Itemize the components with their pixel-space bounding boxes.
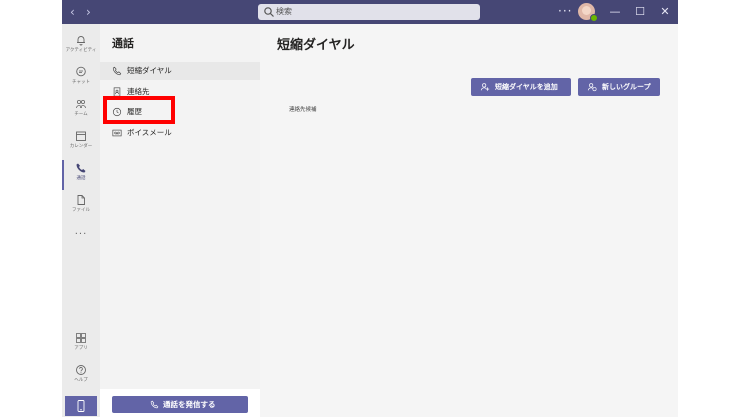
- active-indicator: [62, 160, 64, 190]
- panel-footer: 通話を発信する: [100, 389, 260, 417]
- phone-icon: [112, 66, 122, 76]
- help-icon: [76, 365, 86, 375]
- panel-item-label: 短縮ダイヤル: [127, 66, 172, 75]
- teams-icon: [76, 100, 86, 109]
- add-speed-dial-label: 短縮ダイヤルを追加: [495, 83, 558, 91]
- close-icon[interactable]: ✕: [658, 4, 672, 20]
- rail-item-chat[interactable]: チャット: [62, 64, 100, 94]
- panel-item-voicemail[interactable]: ボイスメール: [100, 124, 260, 142]
- voicemail-icon: [112, 129, 122, 137]
- search-placeholder: 検索: [276, 7, 292, 16]
- bell-icon: [77, 36, 85, 46]
- main-content: 短縮ダイヤル 短縮ダイヤルを追加 新しいグループ 連絡先候補: [260, 24, 678, 417]
- more-apps-icon[interactable]: ···: [62, 230, 100, 240]
- suggested-contacts-label: 連絡先候補: [289, 107, 317, 113]
- rail-label: 通話: [76, 176, 86, 181]
- rail-item-teams[interactable]: チーム: [62, 96, 100, 126]
- title-bar: ‹ › 検索 ··· — ☐ ✕: [62, 0, 678, 24]
- rail-item-activity[interactable]: アクティビティ: [62, 32, 100, 62]
- new-group-button[interactable]: 新しいグループ: [578, 78, 660, 96]
- add-contact-icon: [480, 83, 490, 91]
- panel-item-speed-dial[interactable]: 短縮ダイヤル: [100, 62, 260, 80]
- search-icon: [264, 7, 274, 17]
- rail-label: ヘルプ: [74, 378, 88, 383]
- add-group-icon: [587, 83, 597, 92]
- history-highlight-box: [103, 96, 175, 124]
- mobile-app-tile[interactable]: [65, 396, 97, 416]
- rail-label: チャット: [72, 80, 90, 85]
- file-icon: [77, 195, 85, 205]
- maximize-icon[interactable]: ☐: [633, 4, 647, 20]
- forward-arrow-icon[interactable]: ›: [86, 4, 91, 20]
- new-group-label: 新しいグループ: [602, 83, 651, 91]
- add-speed-dial-button[interactable]: 短縮ダイヤルを追加: [471, 78, 571, 96]
- apps-icon: [76, 333, 86, 343]
- more-options-icon[interactable]: ···: [558, 3, 572, 19]
- phone-icon: [76, 163, 86, 173]
- rail-item-files[interactable]: ファイル: [62, 192, 100, 222]
- calendar-icon: [76, 131, 86, 141]
- phone-icon: [150, 400, 159, 409]
- search-box[interactable]: 検索: [258, 4, 480, 20]
- rail-item-apps[interactable]: アプリ: [62, 330, 100, 360]
- rail-item-calendar[interactable]: カレンダー: [62, 128, 100, 158]
- rail-item-help[interactable]: ヘルプ: [62, 362, 100, 392]
- page-title: 短縮ダイヤル: [277, 38, 355, 53]
- minimize-icon[interactable]: —: [608, 4, 622, 20]
- chat-icon: [76, 66, 86, 77]
- rail-label: ファイル: [72, 208, 90, 213]
- presence-badge: [590, 14, 598, 22]
- rail-label: アクティビティ: [65, 48, 97, 53]
- calls-panel: 通話 短縮ダイヤル 連絡先 履歴 ボイスメール 通話を発信する: [100, 24, 260, 417]
- rail-label: カレンダー: [69, 144, 93, 149]
- rail-item-calls[interactable]: 通話: [62, 160, 100, 190]
- teams-window: ‹ › 検索 ··· — ☐ ✕ アクティビティ チャット チーム カレンダー …: [62, 0, 678, 417]
- make-call-button[interactable]: 通話を発信する: [112, 396, 248, 413]
- back-arrow-icon[interactable]: ‹: [70, 4, 75, 20]
- make-call-label: 通話を発信する: [163, 400, 216, 409]
- rail-label: アプリ: [74, 346, 88, 351]
- mobile-phone-icon: [77, 400, 85, 412]
- app-rail: アクティビティ チャット チーム カレンダー 通話 ファイル ··· アプリ ヘ…: [62, 24, 100, 417]
- panel-title: 通話: [112, 37, 134, 50]
- panel-item-label: ボイスメール: [127, 128, 172, 137]
- rail-label: チーム: [74, 112, 88, 117]
